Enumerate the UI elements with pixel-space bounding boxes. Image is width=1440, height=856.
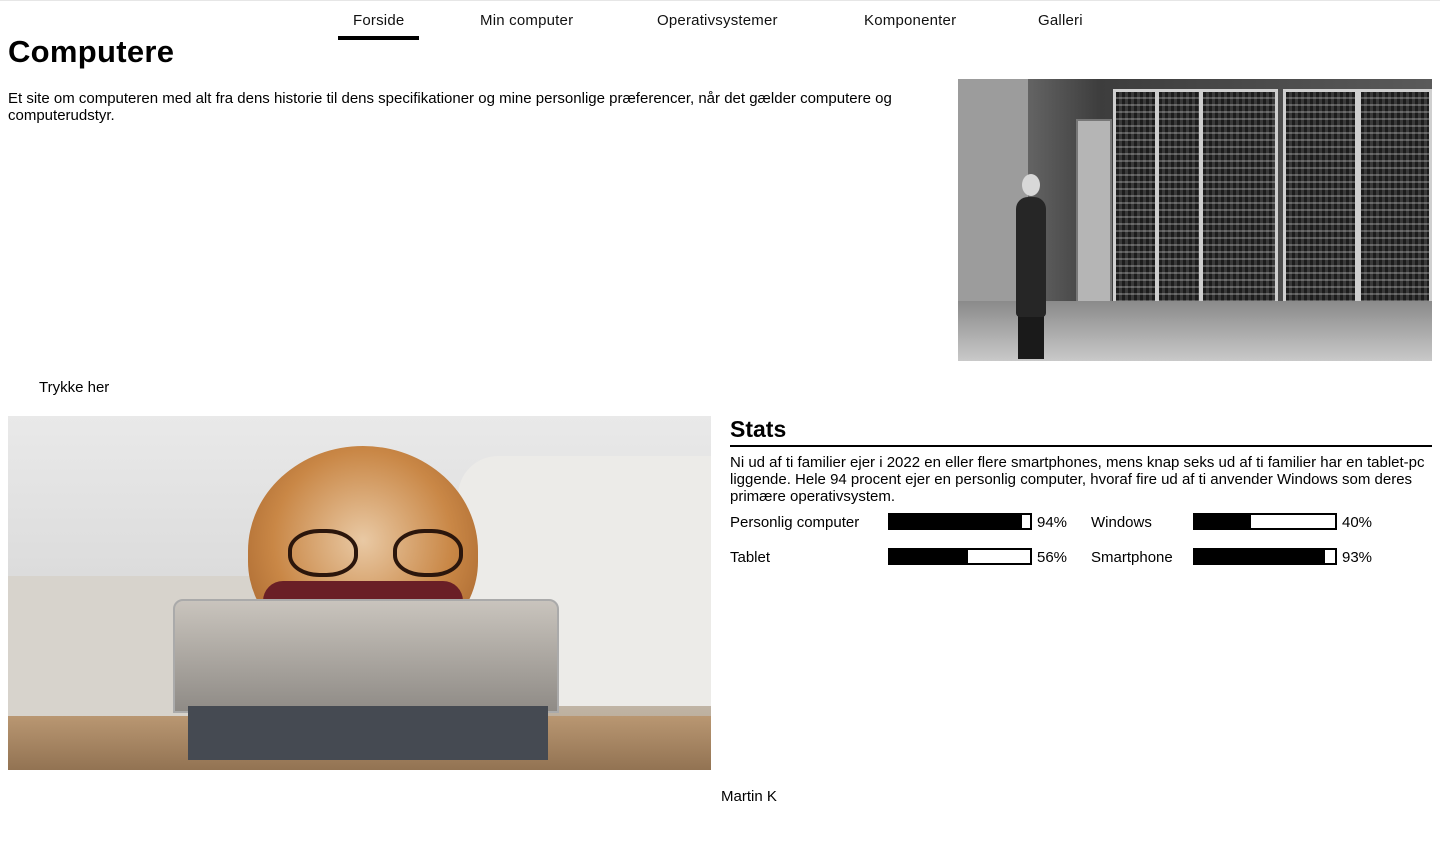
stat-label-smartphone: Smartphone (1091, 549, 1173, 566)
stat-label-tablet: Tablet (730, 549, 771, 566)
stats-text: Ni ud af ti familier ejer i 2022 en elle… (730, 454, 1425, 505)
stat-bar-fill (1195, 515, 1251, 528)
stat-percent-windows: 40% (1342, 514, 1373, 531)
stat-label-windows: Windows (1091, 514, 1152, 531)
stat-bar-personlig-computer (888, 513, 1032, 530)
stat-bar-smartphone (1193, 548, 1337, 565)
hero-person-body (1016, 197, 1046, 317)
photo-glasses (288, 529, 468, 579)
stat-bar-fill (890, 550, 969, 563)
dog-tablet-photo (8, 416, 711, 770)
footer-author: Martin K (721, 788, 777, 805)
stat-percent-tablet: 56% (1037, 549, 1068, 566)
stat-bar-fill (890, 515, 1022, 528)
hero-person-head (1022, 174, 1040, 196)
stat-percent-smartphone: 93% (1342, 549, 1373, 566)
page-title: Computere (8, 34, 175, 69)
stat-bar-tablet (888, 548, 1032, 565)
nav-item-min-computer[interactable]: Min computer (480, 12, 573, 29)
intro-text: Et site om computeren med alt fra dens h… (8, 90, 892, 124)
photo-tablet (173, 599, 559, 713)
stats-title: Stats (730, 416, 1432, 447)
stat-bar-fill (1195, 550, 1326, 563)
stat-percent-personlig-computer: 94% (1037, 514, 1068, 531)
hero-image-mainframe (958, 79, 1432, 361)
photo-glasses-lens (288, 529, 358, 577)
stat-label-personlig-computer: Personlig computer (730, 514, 860, 531)
stat-bar-windows (1193, 513, 1337, 530)
nav-item-operativsystemer[interactable]: Operativsystemer (657, 12, 778, 29)
nav-item-galleri[interactable]: Galleri (1038, 12, 1083, 29)
photo-tablet-cover (188, 706, 548, 760)
nav-item-forside[interactable]: Forside (337, 12, 420, 40)
cta-link[interactable]: Trykke her (39, 379, 109, 396)
main-nav: Forside Min computer Operativsystemer Ko… (0, 0, 1440, 44)
photo-glasses-lens (393, 529, 463, 577)
nav-item-komponenter[interactable]: Komponenter (864, 12, 956, 29)
